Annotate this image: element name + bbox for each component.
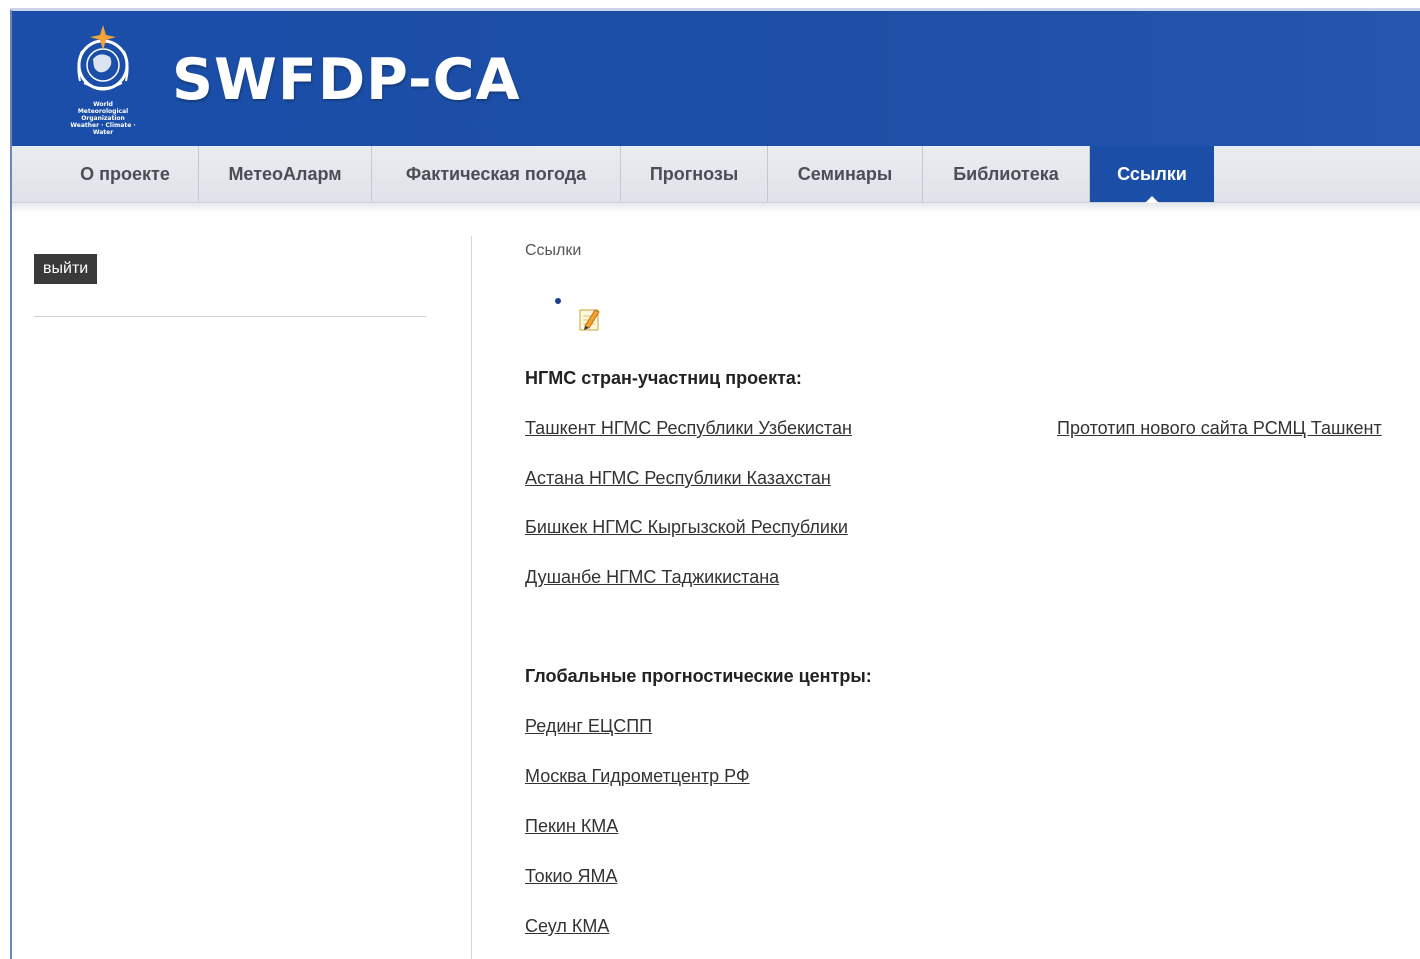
link-reading-ecmwf[interactable]: Рединг ЕЦСПП [525,716,652,737]
nav-item-seminars[interactable]: Семинары [768,146,923,202]
wmo-logo[interactable]: World Meteorological Organization Weathe… [60,21,146,143]
link-tokyo-jma[interactable]: Токио ЯМА [525,866,618,887]
nav-item-library[interactable]: Библиотека [923,146,1090,202]
link-rsmc-tashkent-prototype[interactable]: Прототип нового сайта РСМЦ Ташкент [1057,418,1382,439]
browser-page: World Meteorological Organization Weathe… [0,0,1420,959]
link-bishkek[interactable]: Бишкек НГМС Кыргызской Республики [525,517,848,538]
pencil-note-icon-svg [579,309,600,331]
logo-line-3: Organization [81,115,125,122]
list-bullet [555,298,561,304]
main-nav: О проекте МетеоАларм Фактическая погода … [12,146,1420,203]
section-heading-global-centers: Глобальные прогностические центры: [525,666,872,686]
nav-item-links[interactable]: Ссылки [1090,146,1214,203]
link-beijing-cma[interactable]: Пекин КМА [525,816,618,837]
wmo-emblem-icon [77,25,129,91]
site-header: World Meteorological Organization Weathe… [12,11,1420,146]
link-dushanbe[interactable]: Душанбе НГМС Таджикистана [525,567,779,588]
link-tashkent[interactable]: Ташкент НГМС Республики Узбекистан [525,418,852,439]
wmo-logo-text: World Meteorological Organization Weathe… [60,101,146,136]
nav-item-actual-weather[interactable]: Фактическая погода [372,146,621,202]
logo-line-2: Meteorological [77,108,129,115]
logo-line-4: Weather · Climate · Water [70,122,136,136]
column-divider [471,236,472,959]
logout-button[interactable]: выйти [34,254,98,284]
link-astana[interactable]: Астана НГМС Республики Казахстан [525,468,831,489]
breadcrumb: Ссылки [525,242,582,259]
nav-item-meteoalarm[interactable]: МетеоАларм [199,146,372,202]
site-title[interactable]: SWFDP-CA [172,45,521,115]
nav-shadow [12,203,1420,213]
link-moscow-hydromet[interactable]: Москва Гидрометцентр РФ [525,766,750,787]
nav-item-about[interactable]: О проекте [52,146,199,202]
pencil-note-icon[interactable] [575,304,605,334]
link-seoul-kma[interactable]: Сеул КМА [525,916,609,937]
sidebar-divider [34,316,426,317]
nav-item-forecasts[interactable]: Прогнозы [621,146,768,202]
section-heading-national-services: НГМС стран-участниц проекта: [525,368,802,388]
logo-line-1: World [93,101,113,108]
